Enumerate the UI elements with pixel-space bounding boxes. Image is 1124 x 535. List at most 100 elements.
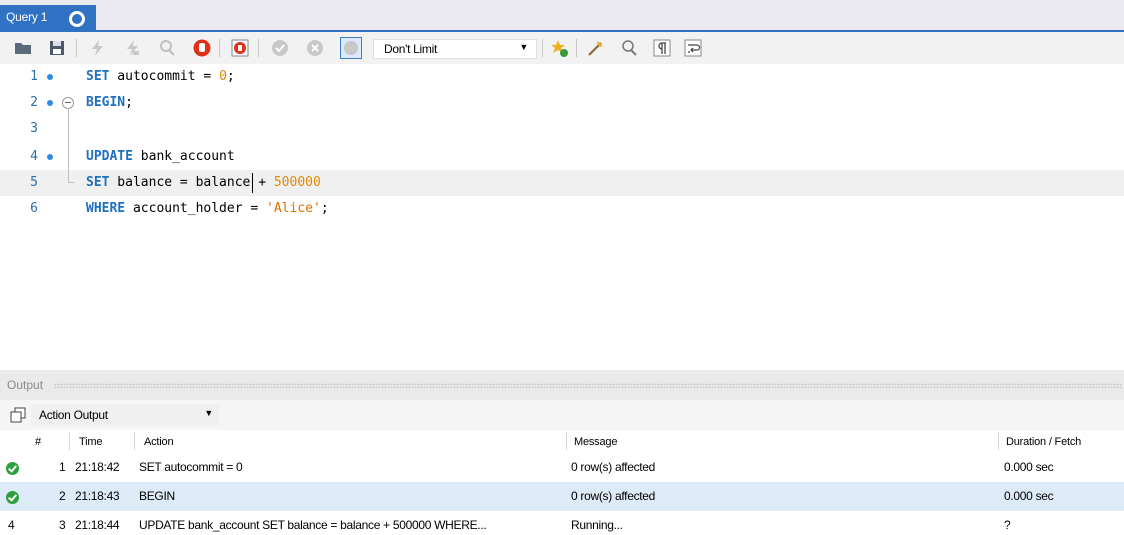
cell-num: 2 xyxy=(59,489,66,503)
line-number: 4 xyxy=(30,149,38,164)
add-snippet-icon[interactable] xyxy=(550,39,568,57)
autocommit-icon[interactable] xyxy=(340,37,362,59)
column-header-num[interactable]: # xyxy=(35,436,41,448)
code-text[interactable]: BEGIN; xyxy=(86,90,133,116)
execute-icon[interactable] xyxy=(88,39,106,57)
code-line[interactable]: 6 WHERE account_holder = 'Alice'; xyxy=(0,196,1124,222)
sql-keyword: BEGIN xyxy=(86,95,126,110)
cell-time: 21:18:44 xyxy=(75,518,120,532)
column-header-duration[interactable]: Duration / Fetch xyxy=(1006,436,1081,448)
output-title: Output xyxy=(7,378,44,392)
success-check-icon xyxy=(6,462,19,475)
sql-text: account_holder = xyxy=(125,201,267,216)
table-row[interactable]: 1 21:18:42 SET autocommit = 0 0 row(s) a… xyxy=(0,453,1124,482)
line-number: 2 xyxy=(30,95,38,110)
running-status-indicator: 4 xyxy=(8,518,15,532)
code-line[interactable]: 1 SET autocommit = 0; xyxy=(0,64,1124,90)
stop-icon[interactable] xyxy=(193,39,211,57)
code-text[interactable]: UPDATE bank_account xyxy=(86,144,235,170)
execute-current-icon[interactable] xyxy=(123,39,141,57)
cell-action: BEGIN xyxy=(139,489,175,503)
sql-number: 0 xyxy=(219,69,227,84)
cell-message: 0 row(s) affected xyxy=(571,460,656,474)
cell-duration: ? xyxy=(1004,518,1011,532)
tab-bar: Query 1 xyxy=(0,0,1124,32)
sql-text: ; xyxy=(320,201,329,216)
column-divider[interactable] xyxy=(134,432,135,450)
commit-icon[interactable] xyxy=(271,39,289,57)
limit-rows-select[interactable]: Don't Limit ▼ xyxy=(373,39,537,59)
column-divider[interactable] xyxy=(69,432,70,450)
cell-num: 3 xyxy=(59,518,66,532)
table-header: # Time Action Message Duration / Fetch xyxy=(0,430,1124,452)
fold-guide xyxy=(68,108,69,182)
cell-message: Running... xyxy=(571,518,623,532)
table-row-selected[interactable]: 2 21:18:43 BEGIN 0 row(s) affected 0.000… xyxy=(0,482,1124,511)
explain-icon[interactable] xyxy=(158,39,176,57)
line-number: 1 xyxy=(30,69,38,84)
invisible-chars-icon[interactable] xyxy=(653,39,671,57)
beautify-icon[interactable] xyxy=(587,39,605,57)
output-view-select[interactable]: Action Output ▼ xyxy=(31,404,219,426)
code-line[interactable]: 3 xyxy=(0,116,1124,142)
code-text[interactable]: WHERE account_holder = 'Alice'; xyxy=(86,196,329,222)
rollback-icon[interactable] xyxy=(306,39,324,57)
sql-text: bank_account xyxy=(132,149,235,164)
code-text[interactable]: SET autocommit = 0; xyxy=(86,64,235,90)
sql-keyword: SET xyxy=(86,175,110,190)
toolbar-separator xyxy=(576,39,577,57)
open-folder-icon[interactable] xyxy=(14,39,32,57)
chevron-down-icon: ▼ xyxy=(519,42,528,52)
line-number: 6 xyxy=(30,201,38,216)
line-number: 5 xyxy=(30,175,38,190)
code-line[interactable]: 4 UPDATE bank_account xyxy=(0,144,1124,170)
find-icon[interactable] xyxy=(620,39,638,57)
column-header-message[interactable]: Message xyxy=(574,436,617,448)
limit-rows-value: Don't Limit xyxy=(384,42,438,56)
toolbar-separator xyxy=(219,39,220,57)
sql-text: ; xyxy=(226,69,235,84)
code-text[interactable]: SET balance = balance + 500000 xyxy=(86,170,321,196)
copy-icon[interactable] xyxy=(10,407,26,423)
column-divider[interactable] xyxy=(998,432,999,450)
output-view-value: Action Output xyxy=(39,408,108,422)
output-toolbar: Action Output ▼ xyxy=(0,400,1124,430)
cell-action: SET autocommit = 0 xyxy=(139,460,243,474)
table-row[interactable]: 4 3 21:18:44 UPDATE bank_account SET bal… xyxy=(0,511,1124,535)
cell-action: UPDATE bank_account SET balance = balanc… xyxy=(139,518,487,532)
toggle-error-stop-icon[interactable] xyxy=(231,39,249,57)
statement-marker-icon xyxy=(47,74,53,80)
output-panel-header: Output xyxy=(0,370,1124,400)
toolbar-separator xyxy=(542,39,543,57)
sql-keyword: UPDATE xyxy=(86,149,133,164)
cell-duration: 0.000 sec xyxy=(1004,460,1054,474)
tab-label: Query 1 xyxy=(6,10,48,24)
column-header-time[interactable]: Time xyxy=(79,436,102,448)
toolbar-separator xyxy=(258,39,259,57)
line-number: 3 xyxy=(30,121,38,136)
code-line-current[interactable]: 5 SET balance = balance + 500000 xyxy=(0,170,1124,196)
editor-toolbar: Don't Limit ▼ xyxy=(0,32,1124,64)
sql-editor[interactable]: 1 SET autocommit = 0; 2 BEGIN; 3 4 UPDAT… xyxy=(0,64,1124,370)
statement-marker-icon xyxy=(47,100,53,106)
sql-text: balance = balance + xyxy=(109,175,274,190)
tab-close-icon[interactable] xyxy=(69,11,85,27)
sql-text: autocommit = xyxy=(109,69,220,84)
sql-text: ; xyxy=(125,95,133,110)
success-check-icon xyxy=(6,491,19,504)
column-header-action[interactable]: Action xyxy=(144,436,174,448)
statement-marker-icon xyxy=(47,154,53,160)
cell-duration: 0.000 sec xyxy=(1004,489,1054,503)
column-divider[interactable] xyxy=(566,432,567,450)
toolbar-separator xyxy=(76,39,77,57)
code-line[interactable]: 2 BEGIN; xyxy=(0,90,1124,116)
cell-message: 0 row(s) affected xyxy=(571,489,656,503)
sql-keyword: SET xyxy=(86,69,110,84)
save-icon[interactable] xyxy=(48,39,66,57)
cell-time: 21:18:42 xyxy=(75,460,120,474)
chevron-down-icon: ▼ xyxy=(204,408,213,418)
text-caret xyxy=(252,173,253,193)
output-resize-grip[interactable] xyxy=(54,383,1122,388)
tab-query-1[interactable]: Query 1 xyxy=(0,5,96,32)
word-wrap-icon[interactable] xyxy=(684,39,702,57)
